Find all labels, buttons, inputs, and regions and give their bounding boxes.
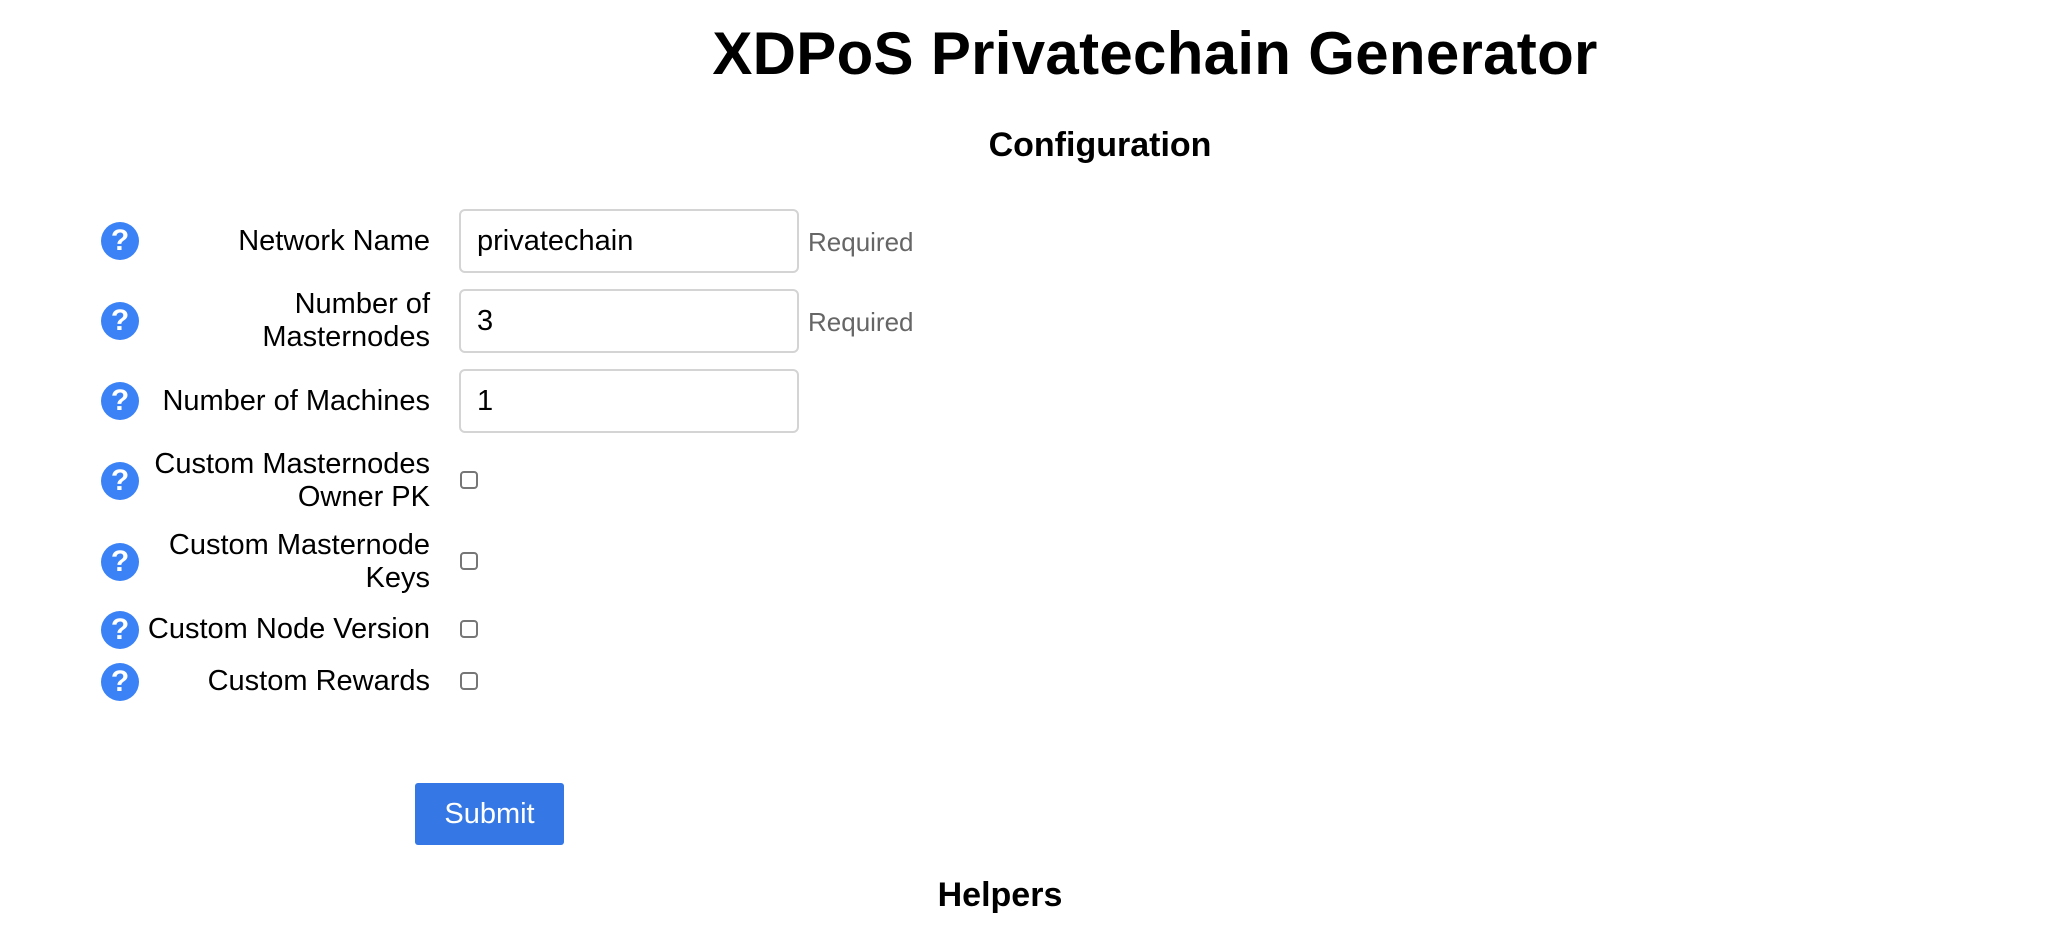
page-title: XDPoS Privatechain Generator (712, 20, 1598, 87)
num-masternodes-input[interactable] (459, 289, 799, 353)
submit-button[interactable]: Submit (415, 783, 564, 845)
num-machines-label: Number of Machines (162, 385, 430, 417)
network-name-input[interactable] (459, 209, 799, 273)
num-masternodes-required-note: Required (808, 307, 914, 337)
network-name-required-note: Required (808, 227, 914, 257)
network-name-label: Network Name (238, 225, 430, 257)
custom-rewards-label: Custom Rewards (207, 665, 430, 697)
custom-masternode-keys-label: Custom Masternode Keys (168, 529, 430, 594)
custom-owner-pk-label: Custom Masternodes Owner PK (154, 448, 430, 513)
custom-owner-pk-checkbox[interactable] (460, 471, 478, 489)
custom-node-version-label: Custom Node Version (147, 613, 430, 645)
num-machines-input[interactable] (459, 369, 799, 433)
custom-rewards-checkbox[interactable] (460, 672, 478, 690)
custom-node-version-checkbox[interactable] (460, 620, 478, 638)
num-masternodes-label: Number of Masternodes (262, 288, 430, 353)
helpers-heading: Helpers (937, 876, 1063, 914)
configuration-heading: Configuration (988, 126, 1212, 164)
custom-masternode-keys-checkbox[interactable] (460, 552, 478, 570)
generator-page: XDPoS Privatechain Generator Configurati… (0, 0, 2056, 952)
